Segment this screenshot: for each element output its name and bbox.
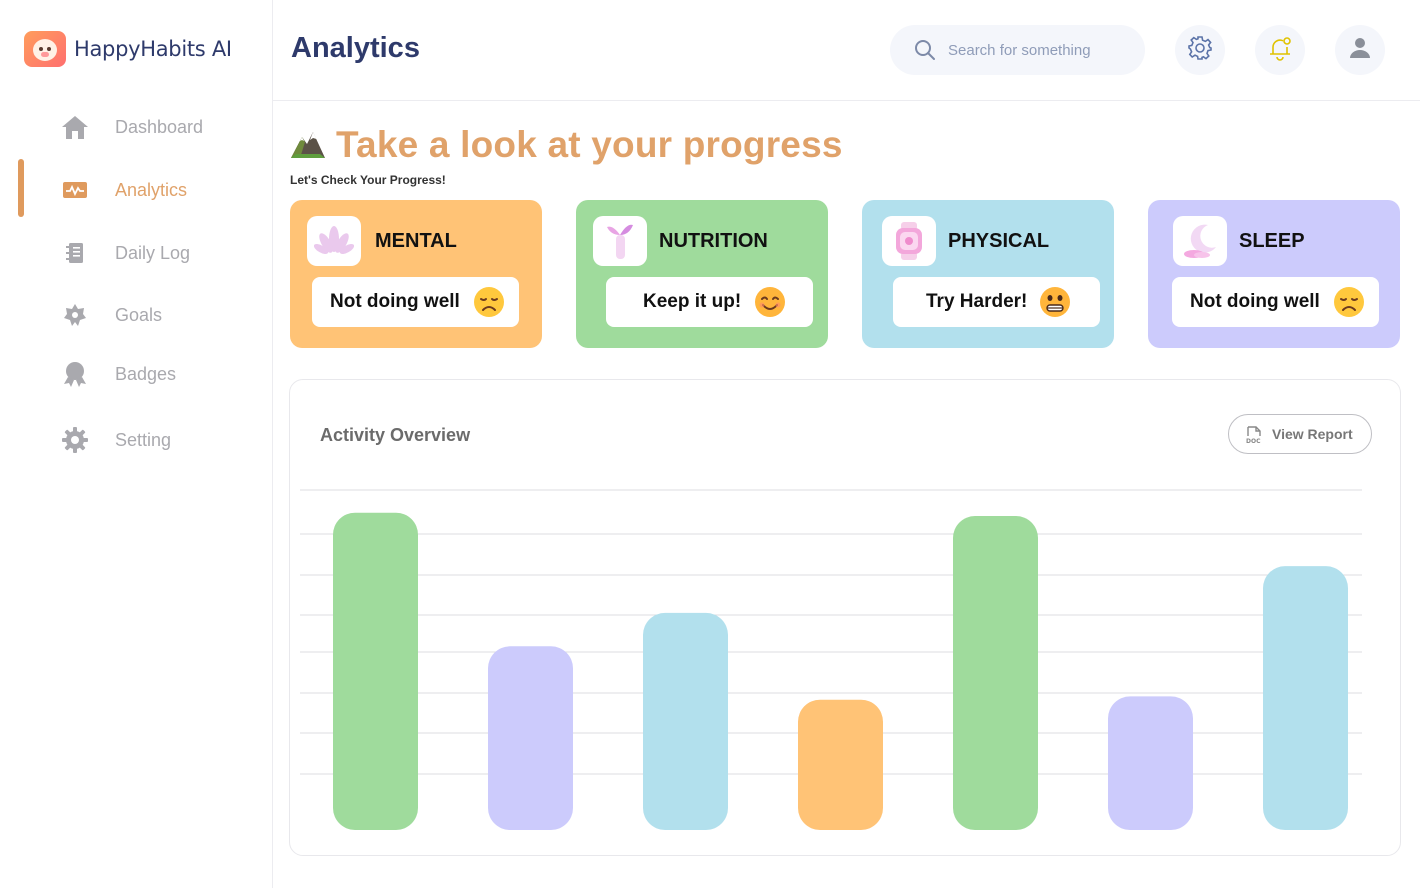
status-pill: Try Harder!	[893, 277, 1100, 327]
status-pill: Keep it up!	[606, 277, 813, 327]
sleep-card[interactable]: SLEEP Not doing well	[1148, 200, 1400, 348]
card-title: MENTAL	[375, 230, 457, 252]
chart-bar[interactable]	[333, 512, 418, 830]
hero-subtitle: Let's Check Your Progress!	[290, 173, 446, 187]
chart-bar[interactable]	[643, 612, 728, 830]
sidebar: HappyHabits AI Dashboard Analytics Daily…	[0, 0, 273, 888]
brand[interactable]: HappyHabits AI	[24, 31, 232, 67]
status-text: Try Harder!	[926, 291, 1028, 312]
chart-bar[interactable]	[1263, 566, 1348, 830]
sad-face-emoji-icon	[473, 286, 505, 318]
status-text: Keep it up!	[643, 291, 742, 312]
chart-bar[interactable]	[798, 699, 883, 830]
sidebar-item-label: Analytics	[115, 179, 188, 200]
lotus-icon	[307, 216, 361, 266]
grimace-face-emoji-icon	[1039, 286, 1071, 318]
user-avatar-icon	[1349, 37, 1371, 64]
award-icon	[60, 359, 90, 389]
sidebar-item-goals[interactable]: Goals	[0, 286, 272, 344]
view-report-button[interactable]: DOC View Report	[1228, 414, 1372, 454]
sidebar-item-daily-log[interactable]: Daily Log	[0, 224, 272, 282]
app-root: HappyHabits AI Dashboard Analytics Daily…	[0, 0, 1420, 888]
view-report-label: View Report	[1272, 426, 1353, 442]
activity-icon	[60, 175, 90, 205]
sidebar-item-setting[interactable]: Setting	[0, 411, 272, 469]
brand-name: HappyHabits AI	[74, 37, 232, 61]
settings-button[interactable]	[1175, 25, 1225, 75]
home-icon	[60, 112, 90, 142]
notebook-icon	[60, 238, 90, 268]
progress-hero: Take a look at your progress	[290, 124, 843, 166]
settings-icon	[1187, 35, 1213, 66]
card-title: SLEEP	[1239, 230, 1305, 252]
profile-button[interactable]	[1335, 25, 1385, 75]
moon-icon	[1173, 216, 1227, 266]
search-input[interactable]	[948, 39, 1128, 61]
status-text: Not doing well	[1190, 291, 1320, 312]
smiling-face-emoji-icon	[754, 286, 786, 318]
gear-icon	[60, 425, 90, 455]
sidebar-item-label: Dashboard	[115, 116, 204, 137]
sidebar-item-label: Goals	[115, 304, 163, 325]
sidebar-item-badges[interactable]: Badges	[0, 345, 272, 403]
sidebar-item-dashboard[interactable]: Dashboard	[0, 98, 272, 156]
panel-title: Activity Overview	[320, 425, 471, 445]
card-title: PHYSICAL	[948, 230, 1050, 252]
page-title: Analytics	[291, 32, 420, 64]
hero-title: Take a look at your progress	[336, 124, 843, 165]
chart-bar[interactable]	[488, 646, 573, 830]
mountain-icon	[290, 127, 326, 164]
document-icon: DOC	[1245, 426, 1263, 449]
smartwatch-icon	[882, 216, 936, 266]
sidebar-item-label: Badges	[115, 363, 177, 384]
sprout-icon	[593, 216, 647, 266]
status-text: Not doing well	[330, 291, 460, 312]
chart-bar[interactable]	[953, 516, 1038, 830]
top-header: Analytics	[273, 0, 1420, 101]
sidebar-item-analytics[interactable]: Analytics	[0, 161, 272, 219]
search-icon	[914, 39, 936, 66]
activity-bar-chart	[300, 489, 1362, 830]
nutrition-card[interactable]: NUTRITION Keep it up!	[576, 200, 828, 348]
status-pill: Not doing well	[1172, 277, 1379, 327]
svg-text:DOC: DOC	[1246, 438, 1261, 444]
search-bar[interactable]	[890, 25, 1145, 75]
sidebar-item-label: Setting	[115, 429, 172, 450]
brand-logo-icon	[24, 31, 66, 67]
notification-bell-icon	[1267, 35, 1293, 66]
chart-bar[interactable]	[1108, 696, 1193, 830]
mental-card[interactable]: MENTAL Not doing well	[290, 200, 542, 348]
star-badge-icon	[60, 300, 90, 330]
physical-card[interactable]: PHYSICAL Try Harder!	[862, 200, 1114, 348]
notifications-button[interactable]	[1255, 25, 1305, 75]
card-title: NUTRITION	[659, 230, 768, 252]
sidebar-item-label: Daily Log	[115, 242, 191, 263]
activity-overview-panel: Activity Overview DOC View Report	[289, 379, 1401, 856]
sad-face-emoji-icon	[1333, 286, 1365, 318]
status-pill: Not doing well	[312, 277, 519, 327]
